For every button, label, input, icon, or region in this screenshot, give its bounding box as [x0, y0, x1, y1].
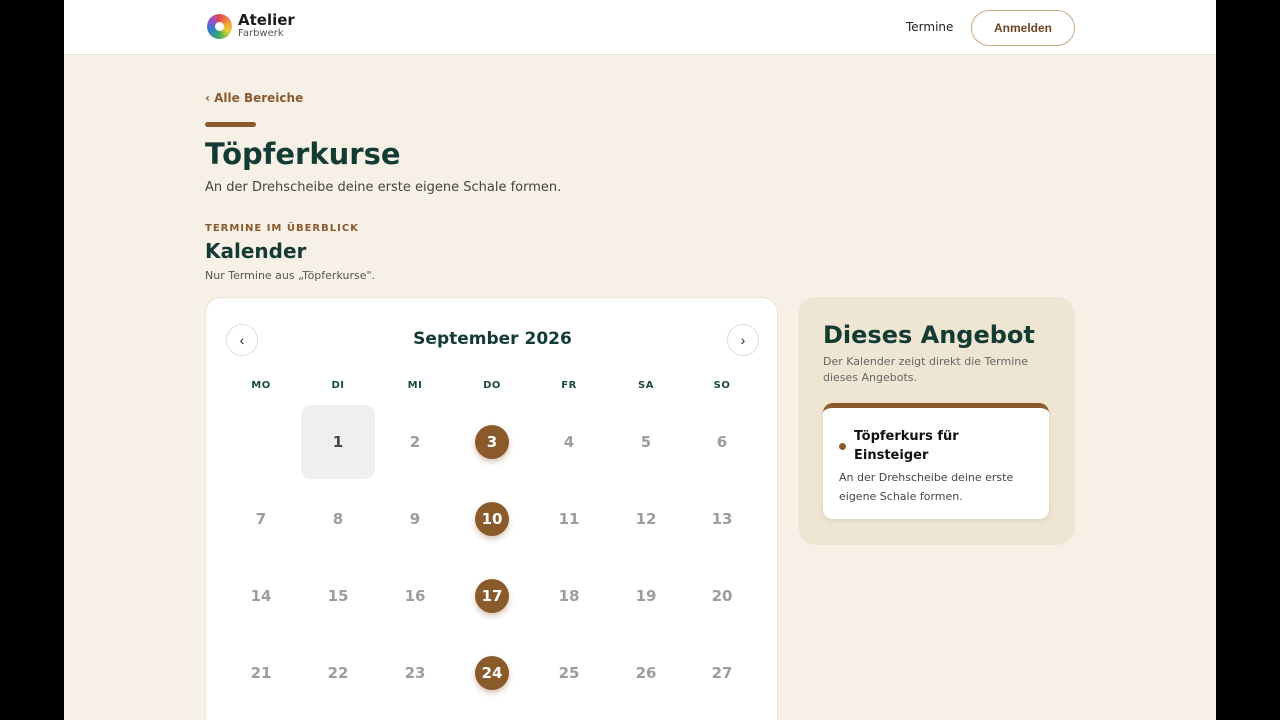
- back-to-all-areas-link[interactable]: ‹ Alle Bereiche: [205, 91, 303, 105]
- weekday-label: DI: [331, 380, 345, 391]
- calendar-day[interactable]: 26: [609, 636, 683, 710]
- bullet-dot-icon: [839, 443, 846, 450]
- weekday-label: MO: [251, 380, 271, 391]
- weekday-label: DO: [483, 380, 501, 391]
- calendar-day[interactable]: 15: [301, 559, 375, 633]
- calendar-day-with-event[interactable]: 17: [455, 559, 529, 633]
- calendar-day-number: 20: [711, 587, 733, 605]
- calendar-day-number: 17: [481, 587, 503, 605]
- weekday-label: MI: [407, 380, 423, 391]
- section-eyebrow: TERMINE IM ÜBERBLICK: [205, 223, 359, 234]
- calendar-day[interactable]: 13: [685, 482, 759, 556]
- page: Atelier Farbwerk Termine Anmelden ‹ Alle…: [64, 0, 1216, 720]
- calendar-day-number: 19: [635, 587, 657, 605]
- calendar-day[interactable]: 1: [301, 405, 375, 479]
- next-month-button[interactable]: ›: [727, 324, 759, 356]
- calendar-day[interactable]: 20: [685, 559, 759, 633]
- brand-subtitle: Farbwerk: [238, 28, 284, 39]
- calendar-day-number: 11: [558, 510, 580, 528]
- calendar-day[interactable]: 9: [378, 482, 452, 556]
- calendar-day-number: 15: [327, 587, 349, 605]
- calendar-day[interactable]: 4: [532, 405, 606, 479]
- calendar-section-title: Kalender: [205, 239, 307, 263]
- calendar-day[interactable]: 2: [378, 405, 452, 479]
- weekday-label: SA: [638, 380, 654, 391]
- calendar-day-number: 7: [255, 510, 267, 528]
- page-title: Töpferkurse: [205, 137, 401, 171]
- brand-text: Atelier Farbwerk: [238, 13, 295, 39]
- calendar-day-number: 4: [563, 433, 575, 451]
- calendar-day[interactable]: 5: [609, 405, 683, 479]
- calendar-day-number: 10: [481, 510, 503, 528]
- offer-title: Töpferkurs für Einsteiger: [854, 429, 959, 463]
- offer-panel: Dieses Angebot Der Kalender zeigt direkt…: [798, 297, 1075, 545]
- chevron-right-icon: ›: [740, 332, 746, 348]
- calendar-day[interactable]: 21: [224, 636, 298, 710]
- calendar-section-note: Nur Termine aus „Töpferkurse".: [205, 269, 376, 282]
- calendar-month-label: September 2026: [413, 329, 572, 349]
- calendar-day-with-event[interactable]: 24: [455, 636, 529, 710]
- weekday-label: FR: [561, 380, 577, 391]
- calendar-day-number: 25: [558, 664, 580, 682]
- calendar-day[interactable]: 23: [378, 636, 452, 710]
- calendar-day-number: 23: [404, 664, 426, 682]
- calendar-day[interactable]: 18: [532, 559, 606, 633]
- calendar-day-number: 8: [332, 510, 344, 528]
- weekday-label: SO: [713, 380, 731, 391]
- calendar-day-number: 2: [409, 433, 421, 451]
- calendar-day[interactable]: 27: [685, 636, 759, 710]
- calendar-day[interactable]: 11: [532, 482, 606, 556]
- offer-card[interactable]: Töpferkurs für Einsteiger An der Drehsch…: [823, 403, 1049, 519]
- calendar-day-number: 26: [635, 664, 657, 682]
- calendar-day-number: 22: [327, 664, 349, 682]
- calendar-day-number: 24: [481, 664, 503, 682]
- nav-link-termine[interactable]: Termine: [906, 20, 953, 34]
- calendar-card: ‹ September 2026 › MO DI MI DO FR SA SO 1 2 3 4 5 6 7…: [205, 297, 778, 720]
- calendar-day-number: 1: [332, 433, 344, 451]
- login-button[interactable]: Anmelden: [971, 10, 1075, 46]
- calendar-day[interactable]: 19: [609, 559, 683, 633]
- calendar-day-number: 14: [250, 587, 272, 605]
- offer-panel-note: Der Kalender zeigt direkt die Termine di…: [823, 355, 1028, 384]
- calendar-day-number: 6: [716, 433, 728, 451]
- calendar-day[interactable]: 22: [301, 636, 375, 710]
- brand-logo[interactable]: Atelier Farbwerk: [207, 13, 295, 39]
- offer-panel-title: Dieses Angebot: [823, 321, 1035, 349]
- calendar-day-number: 18: [558, 587, 580, 605]
- calendar-day[interactable]: 8: [301, 482, 375, 556]
- calendar-day-number: 16: [404, 587, 426, 605]
- top-navigation-bar: Atelier Farbwerk Termine Anmelden: [64, 0, 1216, 55]
- calendar-day-number: 12: [635, 510, 657, 528]
- offer-description: An der Drehscheibe deine erste eigene Sc…: [839, 471, 1014, 503]
- calendar-day-number: 21: [250, 664, 272, 682]
- calendar-day[interactable]: 25: [532, 636, 606, 710]
- calendar-day[interactable]: 7: [224, 482, 298, 556]
- calendar-day-number: 13: [711, 510, 733, 528]
- calendar-day[interactable]: 6: [685, 405, 759, 479]
- calendar-day-number: 27: [711, 664, 733, 682]
- color-wheel-icon: [207, 13, 232, 39]
- calendar-day[interactable]: 14: [224, 559, 298, 633]
- calendar-day[interactable]: 12: [609, 482, 683, 556]
- calendar-day-with-event[interactable]: 3: [455, 405, 529, 479]
- calendar-day-number: 5: [640, 433, 652, 451]
- brand-name: Atelier: [238, 11, 295, 29]
- calendar-day-number: 3: [486, 433, 498, 451]
- page-subtitle: An der Drehscheibe deine erste eigene Sc…: [205, 180, 562, 195]
- calendar-day-with-event[interactable]: 10: [455, 482, 529, 556]
- title-accent-bar: [205, 122, 256, 127]
- calendar-day-number: 9: [409, 510, 421, 528]
- calendar-day[interactable]: 16: [378, 559, 452, 633]
